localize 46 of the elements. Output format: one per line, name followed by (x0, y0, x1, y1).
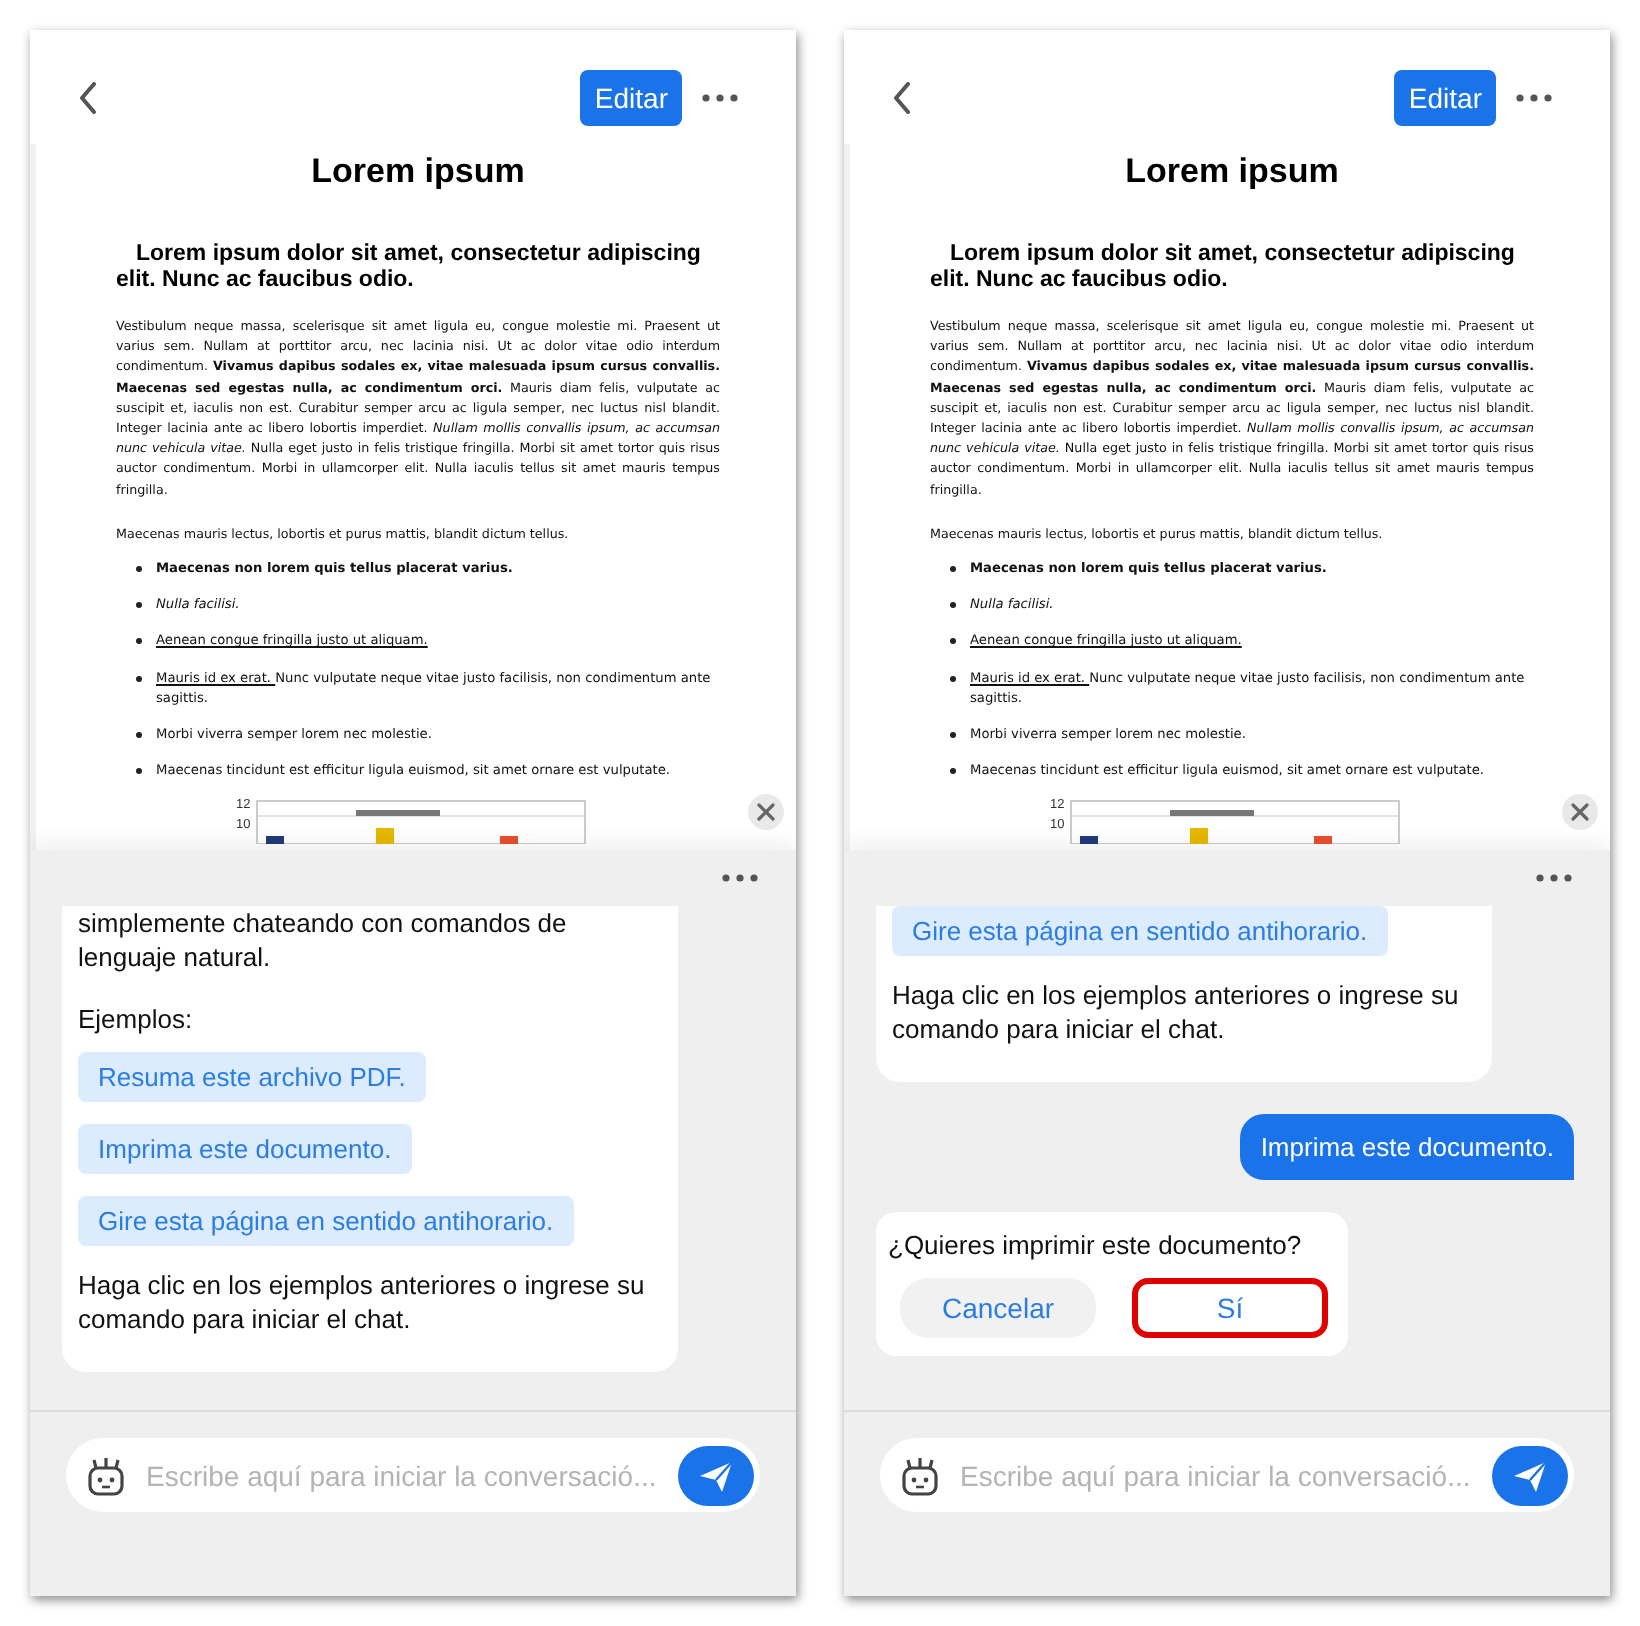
back-icon[interactable] (78, 81, 98, 113)
message-text: Haga clic en los ejemplos anteriores o ingrese su comando para iniciar el chat. (892, 978, 1461, 1046)
bullet-icon (950, 768, 956, 775)
robot-icon (86, 1453, 126, 1497)
message-field[interactable]: Escribe aquí para iniciar la conversació... (880, 1438, 1574, 1512)
bullet-icon (136, 566, 142, 573)
document-title: Lorem ipsum (1123, 152, 1341, 192)
message-input[interactable]: Escribe aquí para iniciar la conversació... (142, 1457, 662, 1493)
bullet-icon (136, 602, 142, 609)
document-heading: Lorem ipsum dolor sit amet, consectetur adipiscing elit. Nunc ac faucibus odio. (930, 242, 1517, 294)
bullet-icon (136, 732, 142, 739)
message-field[interactable]: Escribe aquí para iniciar la conversació... (66, 1438, 760, 1512)
message-text: ¿Quieres imprimir este documento? (888, 1228, 1304, 1262)
example-chip[interactable]: Gire esta página en sentido antihorario. (78, 1196, 574, 1246)
close-icon[interactable] (748, 794, 784, 830)
edit-button[interactable]: Editar (580, 69, 682, 125)
bullet-icon (950, 602, 956, 609)
more-icon[interactable] (1534, 872, 1574, 884)
send-icon[interactable] (1492, 1445, 1568, 1505)
more-icon[interactable] (700, 91, 740, 103)
example-chip[interactable]: Imprima este documento. (78, 1124, 412, 1174)
back-icon[interactable] (892, 81, 912, 113)
bullet-icon (950, 675, 956, 682)
message-text: Ejemplos: (78, 1002, 195, 1036)
send-icon[interactable] (678, 1445, 754, 1505)
confirm-button[interactable]: Cancelar (900, 1278, 1096, 1338)
message-text: Haga clic en los ejemplos anteriores o ingrese su comando para iniciar el chat. (78, 1268, 647, 1336)
example-chip[interactable]: Gire esta página en sentido antihorario. (892, 906, 1388, 956)
more-icon[interactable] (1514, 91, 1554, 103)
bullet-icon (950, 638, 956, 645)
robot-icon (900, 1453, 940, 1497)
confirm-button[interactable]: Sí (1132, 1278, 1328, 1338)
example-chip[interactable]: Resuma este archivo PDF. (78, 1052, 426, 1102)
more-icon[interactable] (720, 872, 760, 884)
bullet-icon (950, 566, 956, 573)
edit-button[interactable]: Editar (1394, 69, 1496, 125)
document-title: Lorem ipsum (309, 152, 527, 192)
bullet-icon (950, 732, 956, 739)
user-message: Imprima este documento. (1240, 1114, 1574, 1180)
document-heading: Lorem ipsum dolor sit amet, consectetur adipiscing elit. Nunc ac faucibus odio. (116, 242, 703, 294)
message-input[interactable]: Escribe aquí para iniciar la conversació... (956, 1457, 1476, 1493)
bullet-icon (136, 638, 142, 645)
close-icon[interactable] (1562, 794, 1598, 830)
bullet-icon (136, 675, 142, 682)
bullet-icon (136, 768, 142, 775)
message-text: simplemente chateando con comandos de lenguaje natural. (78, 906, 569, 974)
